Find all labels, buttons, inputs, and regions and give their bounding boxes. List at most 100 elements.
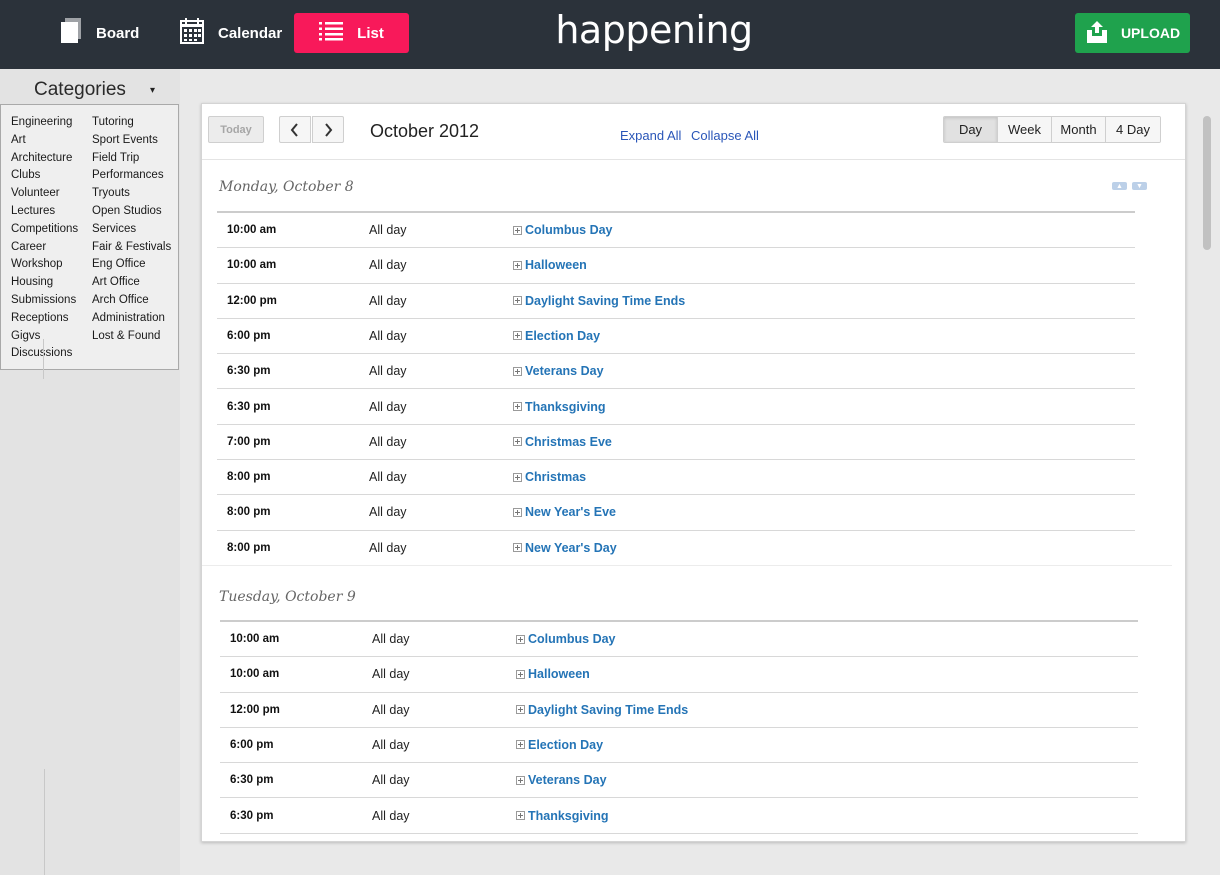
- category-item[interactable]: Open Studios: [92, 203, 171, 221]
- event-title-link[interactable]: Veterans Day: [513, 354, 604, 388]
- expand-plus-icon[interactable]: [513, 296, 522, 306]
- expand-plus-icon[interactable]: [516, 811, 525, 820]
- today-button[interactable]: Today: [208, 116, 264, 143]
- upload-label: UPLOAD: [1120, 25, 1181, 41]
- category-item[interactable]: Performances: [92, 167, 171, 185]
- event-title-link[interactable]: Christmas: [513, 460, 586, 494]
- top-navbar: Board Calendar List happening UPLOAD: [0, 0, 1220, 69]
- category-item[interactable]: Workshop: [11, 256, 78, 274]
- event-time: 6:30 pm: [230, 774, 274, 787]
- event-title-link[interactable]: Election Day: [513, 319, 600, 353]
- category-item[interactable]: Housing: [11, 274, 78, 292]
- category-item[interactable]: Eng Office: [92, 256, 171, 274]
- calendar-list-panel: Today October 2012 Expand All Collapse A…: [201, 103, 1186, 842]
- category-item[interactable]: Gigvs: [11, 328, 78, 346]
- list-icon: [319, 21, 344, 45]
- category-item[interactable]: Receptions: [11, 310, 78, 328]
- event-time: 7:00 pm: [227, 435, 271, 448]
- event-time: 10:00 am: [227, 259, 277, 272]
- event-title-link[interactable]: Thanksgiving: [516, 799, 609, 833]
- expand-plus-icon[interactable]: [516, 634, 525, 644]
- category-item[interactable]: Discussions: [11, 345, 78, 363]
- event-allday: All day: [372, 773, 410, 788]
- event-allday: All day: [369, 434, 407, 449]
- event-row: 6:30 pm All day Veterans Day: [217, 354, 1135, 390]
- event-time: 10:00 am: [230, 668, 280, 681]
- collapse-up-icon[interactable]: ▲: [1112, 182, 1127, 190]
- event-title-link[interactable]: Daylight Saving Time Ends: [516, 693, 688, 727]
- event-title-link[interactable]: New Year's Eve: [513, 495, 616, 529]
- event-title-link[interactable]: Halloween: [513, 248, 587, 282]
- expand-plus-icon[interactable]: [513, 225, 522, 235]
- category-item[interactable]: Tutoring: [92, 114, 171, 132]
- category-item[interactable]: Art: [11, 132, 78, 150]
- expand-plus-icon[interactable]: [513, 472, 522, 482]
- brand-logo[interactable]: happening: [555, 8, 753, 52]
- expand-plus-icon[interactable]: [513, 260, 522, 270]
- expand-down-icon[interactable]: ▼: [1132, 182, 1147, 190]
- event-time: 10:00 am: [230, 633, 280, 645]
- event-title-link[interactable]: Christmas Eve: [513, 425, 612, 459]
- event-title-link[interactable]: Thanksgiving: [513, 390, 606, 424]
- view-4day-button[interactable]: 4 Day: [1106, 117, 1160, 142]
- category-item[interactable]: Arch Office: [92, 292, 171, 310]
- category-item[interactable]: Lost & Found: [92, 328, 171, 346]
- nav-calendar-button[interactable]: Calendar: [180, 13, 282, 53]
- expand-plus-icon[interactable]: [516, 740, 525, 750]
- category-item[interactable]: Submissions: [11, 292, 78, 310]
- collapse-all-link[interactable]: Collapse All: [691, 128, 759, 143]
- category-item[interactable]: Sport Events: [92, 132, 171, 150]
- expand-all-link[interactable]: Expand All: [620, 128, 681, 143]
- category-item[interactable]: Clubs: [11, 167, 78, 185]
- prev-button[interactable]: [279, 116, 311, 143]
- category-item[interactable]: Tryouts: [92, 185, 171, 203]
- expand-plus-icon[interactable]: [513, 402, 522, 411]
- event-row: 8:00 pm All day New Year's Eve: [217, 495, 1135, 531]
- category-item[interactable]: Career: [11, 239, 78, 257]
- category-item[interactable]: Engineering: [11, 114, 78, 132]
- event-title: Christmas: [525, 470, 587, 485]
- expand-plus-icon[interactable]: [513, 543, 522, 553]
- event-title-link[interactable]: Columbus Day: [516, 622, 616, 656]
- category-item[interactable]: Competitions: [11, 221, 78, 239]
- divider: [43, 339, 44, 379]
- event-title-link[interactable]: Veterans Day: [516, 763, 607, 797]
- category-item[interactable]: Architecture: [11, 150, 78, 168]
- expand-plus-icon[interactable]: [516, 705, 525, 715]
- categories-toggle[interactable]: Categories ▾: [0, 77, 180, 103]
- chevron-right-icon: [325, 122, 333, 137]
- category-item[interactable]: Art Office: [92, 274, 171, 292]
- expand-plus-icon[interactable]: [513, 331, 522, 341]
- view-week-button[interactable]: Week: [998, 117, 1052, 142]
- event-row: 12:00 pm All day Daylight Saving Time Ends: [220, 693, 1138, 728]
- event-title-link[interactable]: Columbus Day: [513, 213, 613, 247]
- event-title: Veterans Day: [525, 364, 604, 379]
- next-button[interactable]: [312, 116, 344, 143]
- event-title: Election Day: [528, 737, 604, 752]
- category-item[interactable]: Services: [92, 221, 171, 239]
- category-item[interactable]: Volunteer: [11, 185, 78, 203]
- category-item[interactable]: Administration: [92, 310, 171, 328]
- expand-plus-icon[interactable]: [516, 669, 525, 679]
- expand-plus-icon[interactable]: [516, 775, 525, 785]
- expand-plus-icon[interactable]: [513, 507, 522, 517]
- expand-plus-icon[interactable]: [513, 366, 522, 376]
- nav-list-button[interactable]: List: [294, 13, 409, 53]
- upload-button[interactable]: UPLOAD: [1075, 13, 1190, 53]
- event-title-link[interactable]: Daylight Saving Time Ends: [513, 284, 685, 318]
- view-month-button[interactable]: Month: [1052, 117, 1106, 142]
- event-allday: All day: [372, 808, 410, 823]
- scrollbar[interactable]: [1203, 116, 1211, 250]
- event-title-link[interactable]: New Year's Day: [513, 531, 617, 565]
- category-item[interactable]: Field Trip: [92, 150, 171, 168]
- expand-plus-icon[interactable]: [513, 437, 522, 447]
- nav-board-button[interactable]: Board: [60, 13, 139, 53]
- view-day-button[interactable]: Day: [944, 117, 998, 142]
- event-title: Daylight Saving Time Ends: [525, 293, 686, 308]
- category-item[interactable]: Lectures: [11, 203, 78, 221]
- event-allday: All day: [369, 223, 407, 237]
- event-title-link[interactable]: Election Day: [516, 728, 603, 762]
- event-row: 10:00 am All day Halloween: [217, 248, 1135, 284]
- event-title-link[interactable]: Halloween: [516, 657, 590, 691]
- category-item[interactable]: Fair & Festivals: [92, 239, 171, 257]
